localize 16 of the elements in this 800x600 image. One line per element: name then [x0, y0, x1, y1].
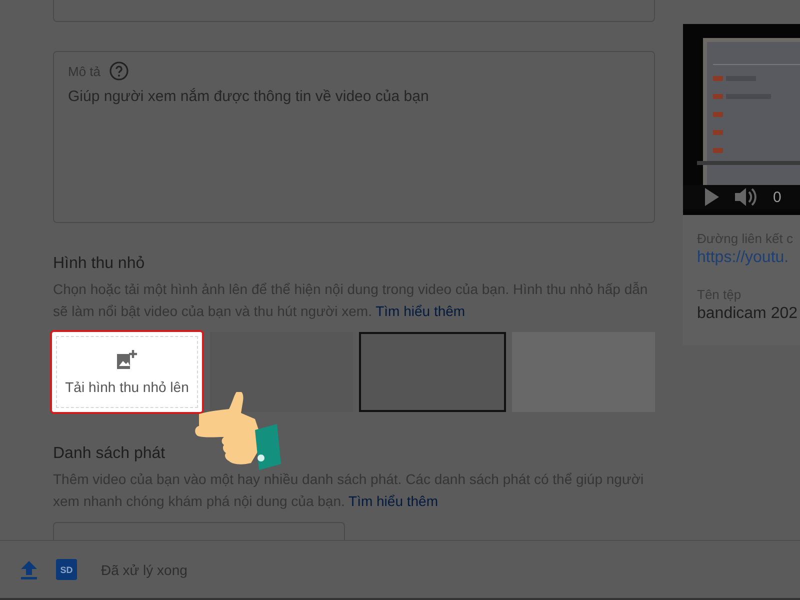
section-heading: Hình thu nhỏ	[53, 254, 146, 274]
learn-more-link[interactable]: Tìm hiểu thêm	[348, 492, 438, 509]
help-icon[interactable]	[108, 61, 129, 82]
video-time: 0	[773, 188, 782, 206]
play-icon[interactable]	[705, 188, 719, 206]
thumbnail-option[interactable]	[359, 332, 506, 412]
section-heading: Danh sách phát	[53, 444, 166, 464]
file-name: bandicam 202	[697, 304, 799, 324]
quality-badge: SD	[56, 559, 77, 580]
volume-icon[interactable]	[735, 187, 757, 207]
upload-icon[interactable]	[20, 560, 38, 580]
learn-more-link[interactable]: Tìm hiểu thêm	[376, 302, 466, 319]
video-link[interactable]: https://youtu.	[697, 247, 800, 269]
add-image-icon	[115, 348, 139, 371]
thumbnail-option[interactable]	[210, 332, 353, 412]
upload-thumbnail-button[interactable]: Tải hình thu nhỏ lên	[50, 330, 204, 414]
